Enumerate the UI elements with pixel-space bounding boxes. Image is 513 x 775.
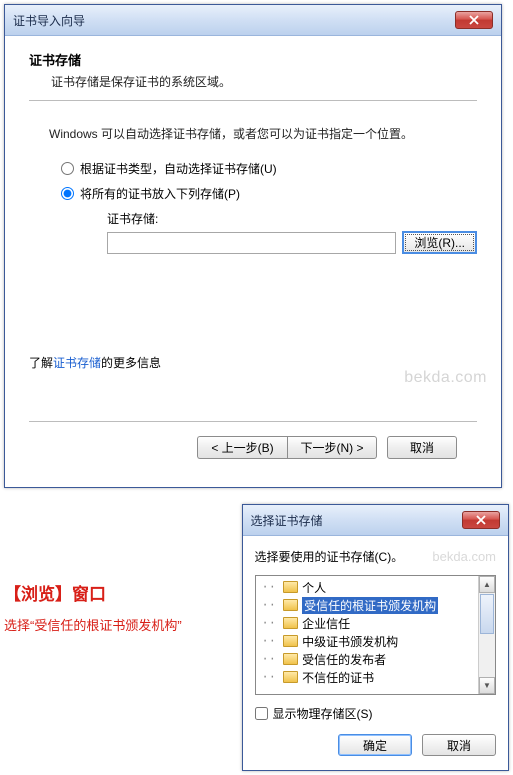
tree-item-label: 个人: [302, 579, 326, 596]
radio-place-all[interactable]: 将所有的证书放入下列存储(P): [61, 185, 477, 202]
tree-box: ·· 个人·· 受信任的根证书颁发机构·· 企业信任·· 中级证书颁发机构·· …: [255, 575, 496, 695]
show-physical-row[interactable]: 显示物理存储区(S): [255, 705, 496, 722]
next-button[interactable]: 下一步(N) >: [287, 436, 377, 459]
store-label: 证书存储:: [107, 210, 477, 227]
scroll-thumb[interactable]: [480, 594, 494, 634]
folder-icon: [283, 617, 298, 629]
annotation-title: 【浏览】窗口: [4, 580, 234, 605]
folder-icon: [283, 599, 298, 611]
scrollbar[interactable]: ▲ ▼: [478, 576, 495, 694]
watermark: bekda.com: [29, 369, 487, 387]
tree-item-label: 企业信任: [302, 615, 350, 632]
tree-item[interactable]: ·· 不信任的证书: [258, 668, 476, 686]
close-button[interactable]: [455, 11, 493, 29]
cancel-button[interactable]: 取消: [387, 436, 457, 459]
tree-item-label: 中级证书颁发机构: [302, 633, 398, 650]
show-physical-label: 显示物理存储区(S): [273, 705, 373, 722]
store-input[interactable]: [107, 232, 396, 254]
radio-group: 根据证书类型，自动选择证书存储(U) 将所有的证书放入下列存储(P) 证书存储:…: [61, 160, 477, 254]
window2-title: 选择证书存储: [251, 512, 323, 529]
folder-icon: [283, 581, 298, 593]
close-button-2[interactable]: [462, 511, 500, 529]
show-physical-checkbox[interactable]: [255, 707, 268, 720]
tree-item[interactable]: ·· 个人: [258, 578, 476, 596]
folder-icon: [283, 671, 298, 683]
tree[interactable]: ·· 个人·· 受信任的根证书颁发机构·· 企业信任·· 中级证书颁发机构·· …: [256, 576, 478, 694]
annotation-sub: 选择“受信任的根证书颁发机构”: [4, 615, 234, 634]
tree-item-label: 不信任的证书: [302, 669, 374, 686]
folder-icon: [283, 635, 298, 647]
select-store-window: 选择证书存储 选择要使用的证书存储(C)。 bekda.com ·· 个人·· …: [242, 504, 509, 771]
wizard-window: 证书导入向导 证书存储 证书存储是保存证书的系统区域。 Windows 可以自动…: [4, 4, 502, 488]
divider: [29, 100, 477, 101]
scroll-up[interactable]: ▲: [479, 576, 495, 593]
close-icon: [476, 515, 486, 525]
radio-auto-label: 根据证书类型，自动选择证书存储(U): [80, 160, 277, 177]
cancel-button-2[interactable]: 取消: [422, 734, 496, 756]
titlebar: 证书导入向导: [5, 5, 501, 36]
back-button[interactable]: < 上一步(B): [197, 436, 287, 459]
close-icon: [469, 15, 479, 25]
titlebar-2: 选择证书存储: [243, 505, 508, 536]
window-title: 证书导入向导: [13, 12, 85, 29]
watermark-2: bekda.com: [432, 549, 496, 564]
tree-item[interactable]: ·· 企业信任: [258, 614, 476, 632]
tree-item-label: 受信任的根证书颁发机构: [302, 597, 438, 614]
radio-auto-input[interactable]: [61, 162, 74, 175]
select-label: 选择要使用的证书存储(C)。: [255, 548, 404, 565]
ok-button[interactable]: 确定: [338, 734, 412, 756]
tree-item[interactable]: ·· 受信任的发布者: [258, 650, 476, 668]
nav-button-group: < 上一步(B) 下一步(N) >: [197, 436, 377, 459]
section-subheading: 证书存储是保存证书的系统区域。: [51, 73, 477, 90]
radio-place-label: 将所有的证书放入下列存储(P): [80, 185, 240, 202]
instruction-text: Windows 可以自动选择证书存储，或者您可以为证书指定一个位置。: [49, 125, 477, 142]
learn-link[interactable]: 证书存储: [53, 356, 101, 370]
tree-item[interactable]: ·· 中级证书颁发机构: [258, 632, 476, 650]
browse-button[interactable]: 浏览(R)...: [402, 231, 477, 254]
folder-icon: [283, 653, 298, 665]
radio-place-input[interactable]: [61, 187, 74, 200]
section-heading: 证书存储: [29, 50, 477, 69]
tree-item[interactable]: ·· 受信任的根证书颁发机构: [258, 596, 476, 614]
tree-item-label: 受信任的发布者: [302, 651, 386, 668]
annotation: 【浏览】窗口 选择“受信任的根证书颁发机构”: [0, 500, 238, 634]
scroll-down[interactable]: ▼: [479, 677, 495, 694]
radio-auto-select[interactable]: 根据证书类型，自动选择证书存储(U): [61, 160, 477, 177]
